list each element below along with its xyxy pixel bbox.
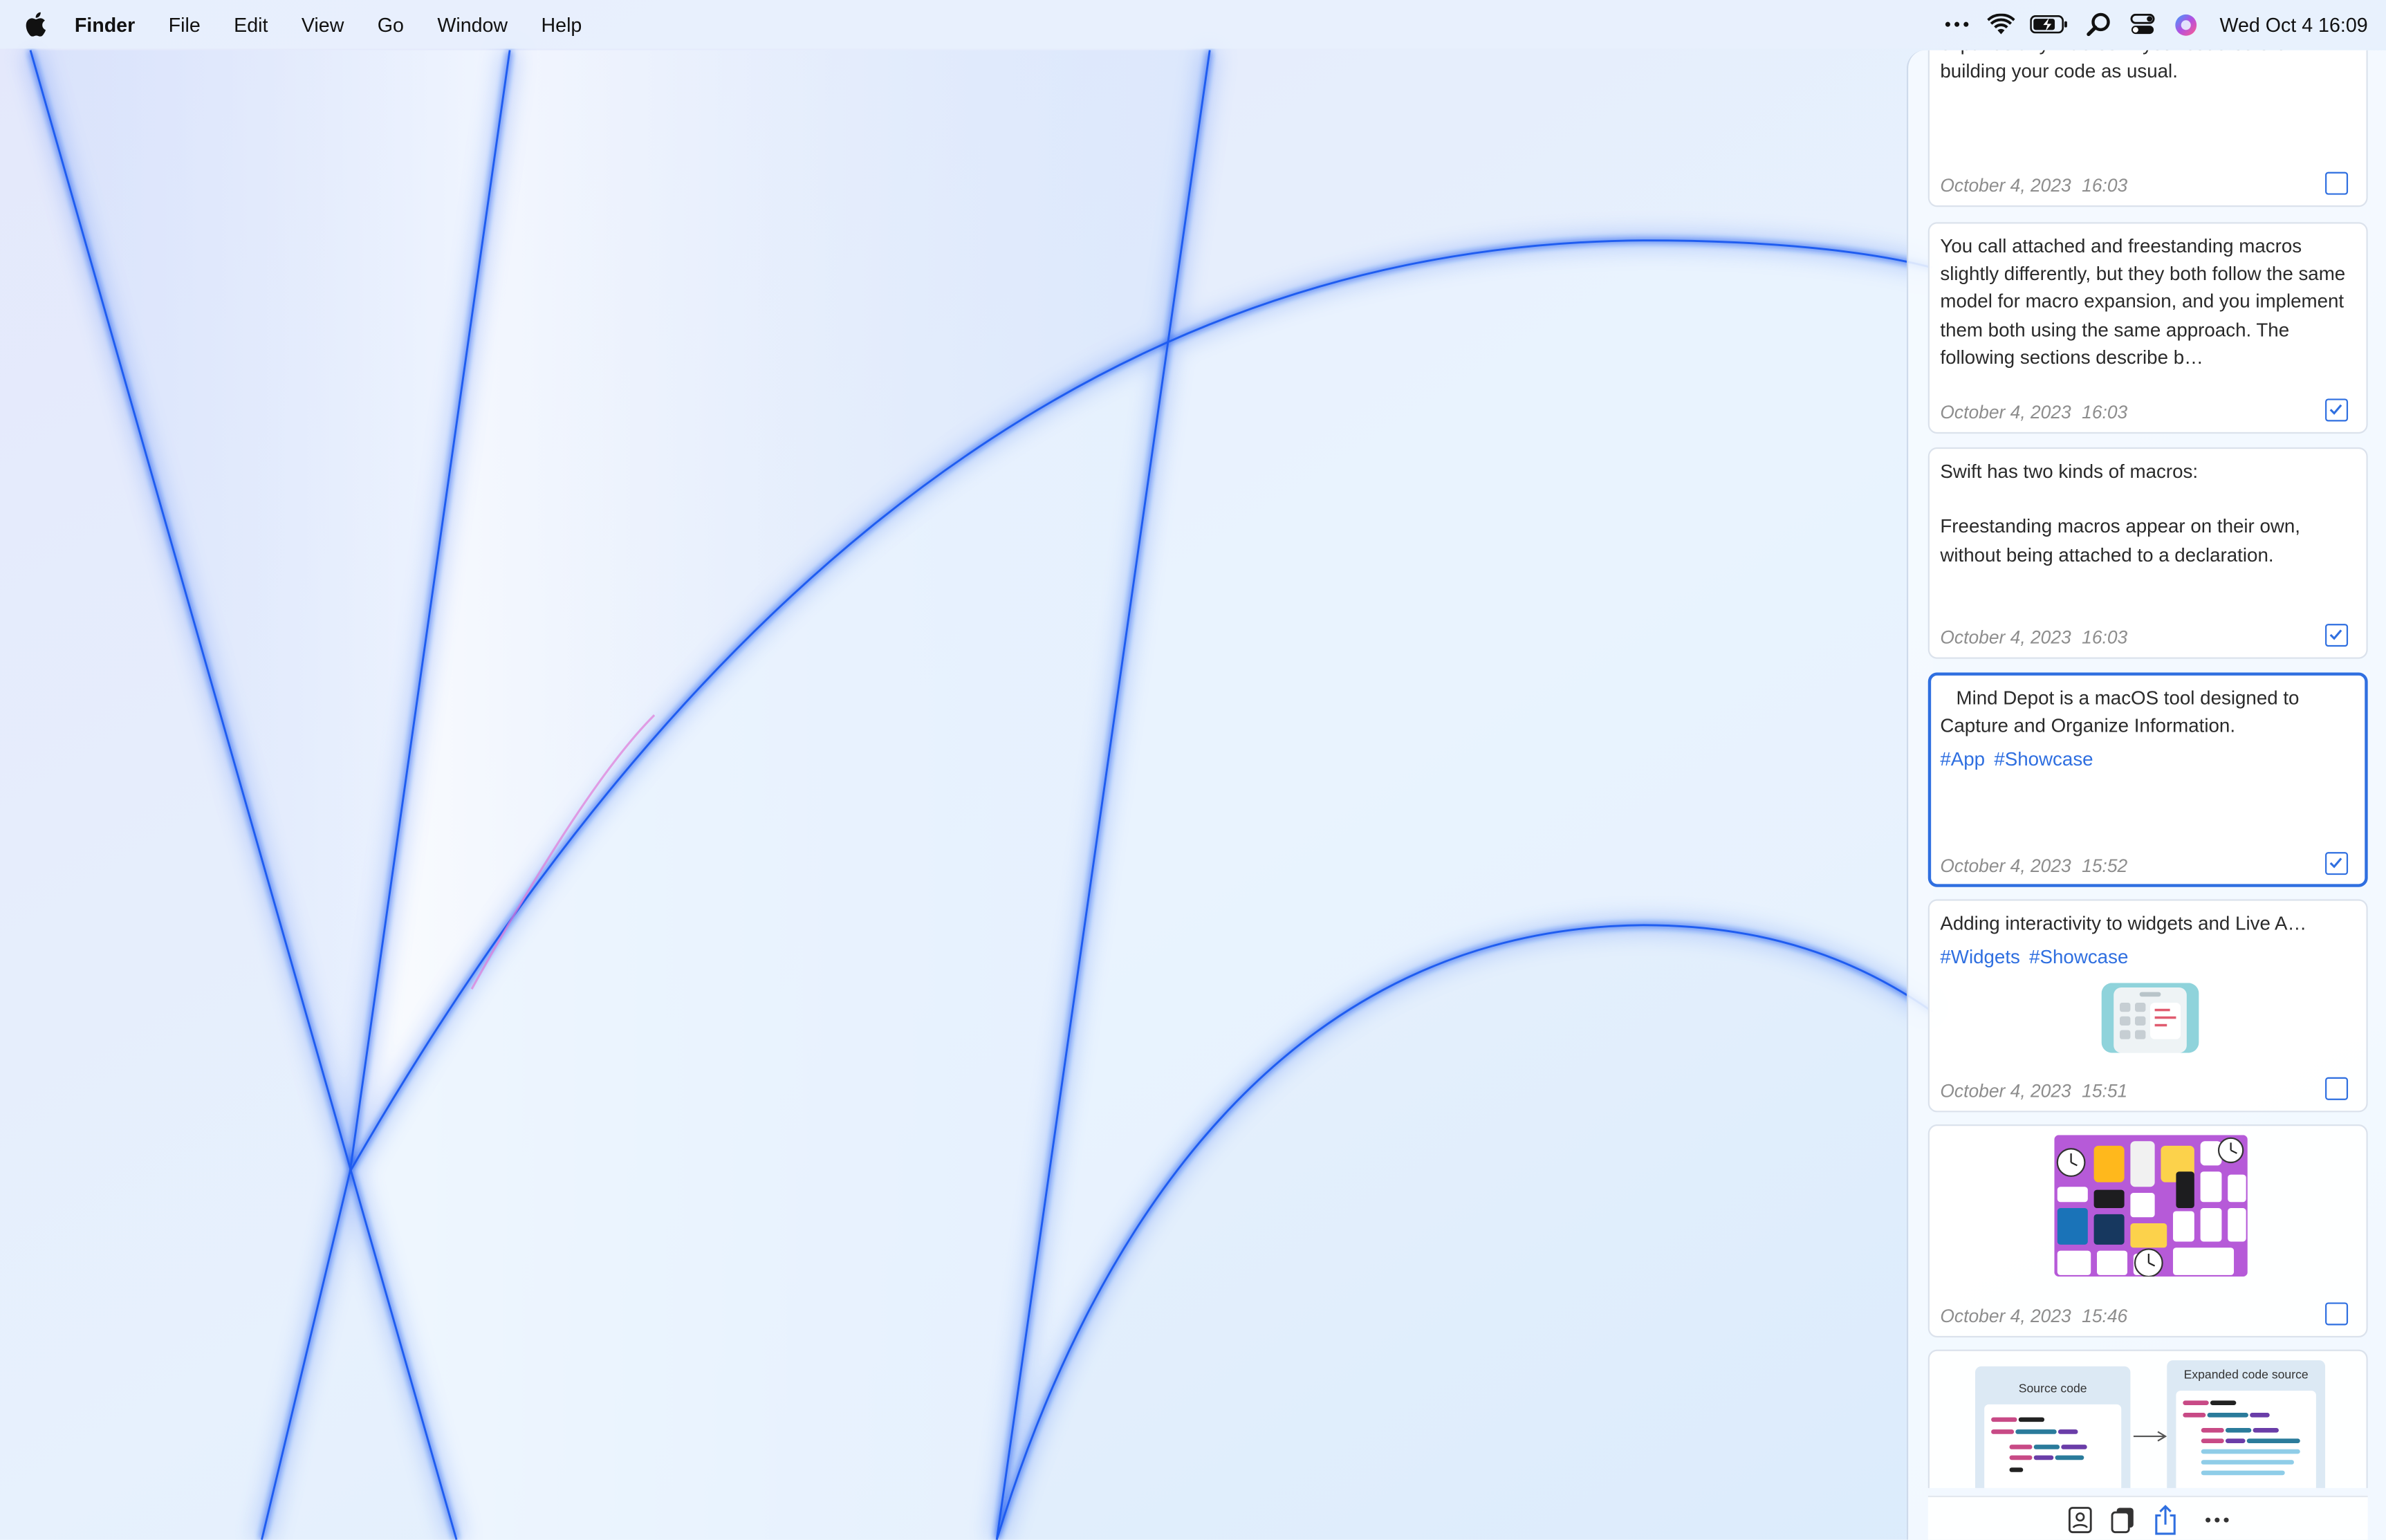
note-checkbox[interactable] [2325, 1077, 2349, 1100]
menu-view[interactable]: View [302, 13, 344, 36]
note-text: Swift has two kinds of macros: Freestand… [1940, 461, 2301, 566]
note-date: October 4, 2023 15:52 [1940, 855, 2128, 877]
checkmark-icon [2329, 857, 2342, 869]
tag-showcase[interactable]: #Showcase [2029, 947, 2128, 968]
note-card[interactable]: Adding interactivity to widgets and Live… [1927, 899, 2368, 1113]
wifi-icon[interactable] [1986, 9, 2016, 39]
widgets-gallery-thumbnail[interactable] [2054, 1135, 2248, 1277]
checkmark-icon [2329, 629, 2342, 640]
note-card[interactable]: code by hand. During compilation, Swift … [1927, 50, 2368, 207]
note-card-list[interactable]: code by hand. During compilation, Swift … [1908, 50, 2386, 1488]
menu-app-finder[interactable]: Finder [75, 13, 135, 36]
copy-icon[interactable] [2107, 1504, 2137, 1534]
note-card[interactable]: Swift has two kinds of macros: Freestand… [1927, 447, 2368, 659]
menu-help[interactable]: Help [542, 13, 582, 36]
diagram-label-source: Source code [2018, 1381, 2087, 1395]
note-text: Adding interactivity to widgets and Live… [1940, 913, 2307, 934]
tag-app[interactable]: #App [1940, 749, 1985, 770]
checkmark-icon [2329, 404, 2342, 415]
note-card[interactable]: You call attached and freestanding macro… [1927, 222, 2368, 434]
note-tags: #App #Showcase [1940, 749, 2102, 770]
menu-bar: Finder File Edit View Go Window Help Wed… [0, 0, 2386, 49]
menu-file[interactable]: File [169, 13, 201, 36]
panel-toolbar [1927, 1495, 2368, 1540]
tag-widgets[interactable]: #Widgets [1940, 947, 2020, 968]
note-date: October 4, 2023 15:46 [1940, 1305, 2128, 1327]
battery-icon[interactable] [2029, 9, 2069, 39]
more-icon[interactable] [2201, 1504, 2232, 1534]
note-card-selected[interactable]: Mind Depot is a macOS tool designed to C… [1927, 672, 2368, 887]
note-checkbox[interactable] [2325, 624, 2349, 647]
note-checkbox[interactable] [2325, 398, 2349, 422]
diagram-label-expanded: Expanded code source [2183, 1368, 2309, 1382]
note-text: code by hand. During compilation, Swift … [1940, 50, 2286, 83]
note-date: October 4, 2023 15:51 [1940, 1080, 2128, 1102]
menubar-clock[interactable]: Wed Oct 4 16:09 [2220, 13, 2368, 36]
spotlight-icon[interactable] [2082, 9, 2113, 39]
note-date: October 4, 2023 16:03 [1940, 175, 2128, 196]
note-text: Mind Depot is a macOS tool designed to C… [1940, 687, 2305, 737]
note-checkbox[interactable] [2325, 171, 2349, 195]
menu-edit[interactable]: Edit [234, 13, 268, 36]
note-date: October 4, 2023 16:03 [1940, 401, 2128, 423]
note-text: You call attached and freestanding macro… [1940, 236, 2351, 369]
desktop: Finder File Edit View Go Window Help Wed… [0, 0, 2386, 1540]
tag-showcase[interactable]: #Showcase [1994, 749, 2093, 770]
mind-depot-panel: code by hand. During compilation, Swift … [1906, 50, 2386, 1540]
menu-window[interactable]: Window [437, 13, 508, 36]
siri-icon[interactable] [2171, 9, 2201, 39]
contact-card-icon[interactable] [2064, 1504, 2095, 1534]
status-area: Wed Oct 4 16:09 [1927, 0, 2368, 48]
note-checkbox[interactable] [2325, 1302, 2349, 1326]
note-card[interactable]: Source code Expanded code source [1927, 1349, 2368, 1488]
control-center-icon[interactable] [2127, 9, 2157, 39]
share-icon[interactable] [2149, 1504, 2180, 1534]
note-date: October 4, 2023 16:03 [1940, 627, 2128, 649]
note-checkbox[interactable] [2325, 852, 2349, 875]
more-icon[interactable] [1941, 9, 1972, 39]
macro-expansion-diagram[interactable]: Source code Expanded code source [1975, 1360, 2326, 1488]
note-card[interactable]: October 4, 2023 15:46 [1927, 1124, 2368, 1338]
menu-go[interactable]: Go [378, 13, 404, 36]
note-tags: #Widgets #Showcase [1940, 947, 2137, 968]
apple-logo-icon[interactable] [26, 12, 50, 37]
widget-phone-thumbnail[interactable] [2101, 983, 2199, 1053]
